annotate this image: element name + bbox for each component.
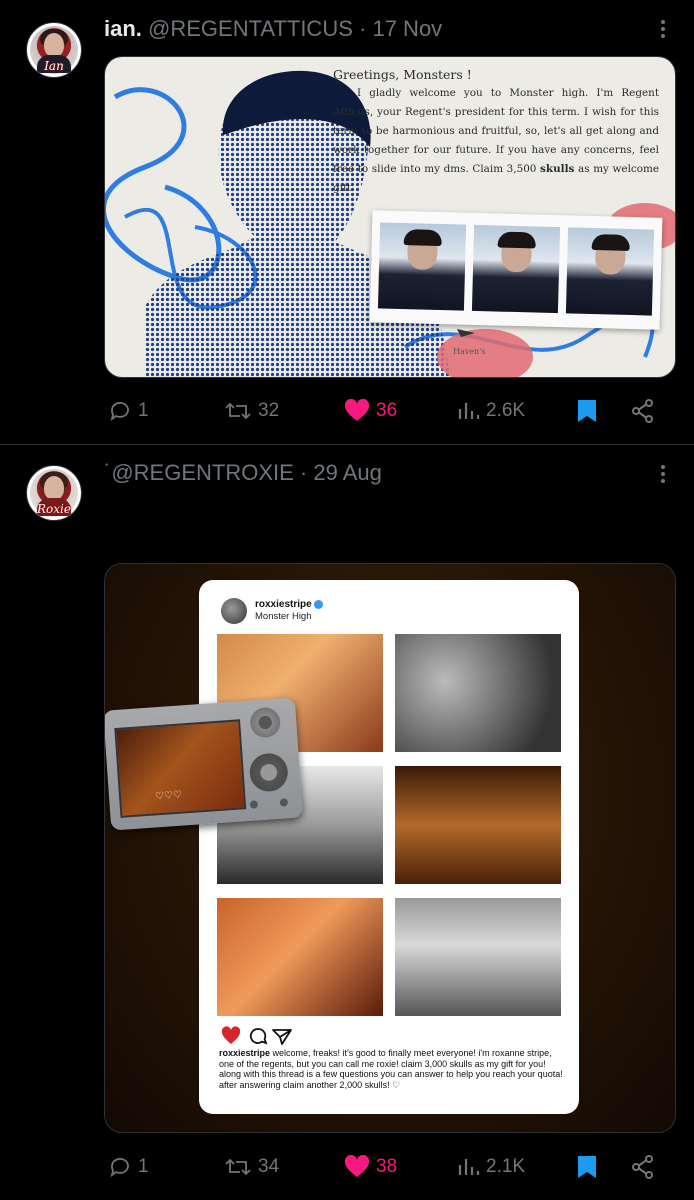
welcome-letter-image: Greetings, Monsters ! I gladly welcome y… bbox=[105, 57, 675, 377]
ig-photo bbox=[395, 634, 561, 752]
bookmark-button[interactable] bbox=[576, 396, 598, 426]
more-icon[interactable] bbox=[660, 20, 666, 41]
ig-photo bbox=[395, 766, 561, 884]
tweet-actions: 1 32 36 2.6K bbox=[104, 396, 664, 426]
verified-icon bbox=[313, 599, 323, 609]
bookmark-icon bbox=[578, 1156, 596, 1178]
ig-photo bbox=[217, 898, 383, 1016]
tweet-header: ˙@REGENTROXIE · 29 Aug bbox=[104, 459, 382, 487]
ig-comment-icon bbox=[249, 1028, 268, 1045]
retweet-button[interactable]: 34 bbox=[224, 1152, 279, 1182]
share-button[interactable] bbox=[630, 396, 656, 426]
letter-text: Greetings, Monsters ! I gladly welcome y… bbox=[333, 65, 659, 198]
ig-avatar bbox=[221, 598, 247, 624]
tweet-header: ian. @REGENTATTICUS · 17 Nov bbox=[104, 15, 442, 43]
retweet-count: 34 bbox=[258, 1156, 280, 1177]
retweet-icon bbox=[225, 1158, 251, 1176]
user-handle[interactable]: ˙@REGENTROXIE bbox=[104, 460, 294, 485]
camera-hearts: ♡♡♡ bbox=[154, 789, 183, 803]
more-icon[interactable] bbox=[660, 465, 666, 486]
photo-strip bbox=[369, 210, 663, 330]
instagram-card: roxxiestripe Monster High roxxiestripe w… bbox=[199, 580, 579, 1114]
avatar-signature: Ian bbox=[44, 59, 64, 73]
tweet-date[interactable]: 17 Nov bbox=[372, 16, 442, 41]
retweet-count: 32 bbox=[258, 400, 280, 421]
reply-count: 1 bbox=[138, 400, 149, 421]
ig-send-icon bbox=[272, 1029, 292, 1045]
ig-username: roxxiestripe bbox=[255, 599, 323, 610]
tweet[interactable]: Ian ian. @REGENTATTICUS · 17 Nov Greetin… bbox=[0, 0, 694, 445]
letter-greeting: Greetings, Monsters ! bbox=[333, 67, 472, 82]
retweet-button[interactable]: 32 bbox=[224, 396, 279, 426]
separator-dot: · bbox=[359, 16, 367, 41]
avatar[interactable]: Roxie bbox=[26, 465, 82, 521]
camera-graphic: ♡♡♡ bbox=[105, 697, 303, 831]
views-icon bbox=[458, 1159, 480, 1175]
views-button[interactable]: 2.6K bbox=[456, 396, 525, 426]
heart-icon bbox=[344, 399, 370, 421]
avatar[interactable]: Ian bbox=[26, 22, 82, 78]
ig-subtitle: Monster High bbox=[255, 611, 312, 622]
ig-photo bbox=[395, 898, 561, 1016]
views-icon bbox=[458, 403, 480, 419]
bookmark-button[interactable] bbox=[576, 1152, 598, 1182]
retweet-icon bbox=[225, 402, 251, 420]
avatar-signature: Roxie bbox=[37, 502, 71, 516]
user-handle[interactable]: @REGENTATTICUS bbox=[148, 16, 353, 41]
tweet-date[interactable]: 29 Aug bbox=[313, 460, 382, 485]
tweet[interactable]: Roxie ˙@REGENTROXIE · 29 Aug roxxiestrip… bbox=[0, 445, 694, 1200]
tweet-media[interactable]: roxxiestripe Monster High roxxiestripe w… bbox=[104, 563, 676, 1133]
reply-button[interactable]: 1 bbox=[108, 396, 149, 426]
separator-dot: · bbox=[299, 460, 308, 485]
bookmark-icon bbox=[578, 400, 596, 422]
heart-icon bbox=[344, 1155, 370, 1177]
like-button[interactable]: 36 bbox=[344, 396, 397, 426]
reply-button[interactable]: 1 bbox=[108, 1152, 149, 1182]
letter-signature: Haven's bbox=[453, 347, 486, 356]
share-icon bbox=[632, 1155, 653, 1179]
ig-caption: roxxiestripe welcome, freaks! it's good … bbox=[219, 1048, 563, 1090]
views-button[interactable]: 2.1K bbox=[456, 1152, 525, 1182]
share-icon bbox=[632, 399, 653, 423]
reply-icon bbox=[110, 1158, 129, 1178]
reply-icon bbox=[110, 402, 129, 422]
like-button[interactable]: 38 bbox=[344, 1152, 397, 1182]
like-count: 36 bbox=[376, 400, 398, 421]
tweet-media[interactable]: Greetings, Monsters ! I gladly welcome y… bbox=[104, 56, 676, 378]
tweet-actions: 1 34 38 2.1K bbox=[104, 1152, 664, 1182]
ig-actions bbox=[221, 1026, 297, 1046]
views-count: 2.1K bbox=[486, 1156, 526, 1177]
ig-heart-icon bbox=[221, 1026, 241, 1044]
instagram-post-image: roxxiestripe Monster High roxxiestripe w… bbox=[105, 564, 675, 1132]
display-name[interactable]: ian. bbox=[104, 16, 142, 41]
like-count: 38 bbox=[376, 1156, 398, 1177]
letter-body: I gladly welcome you to Monster high. I'… bbox=[333, 87, 659, 194]
share-button[interactable] bbox=[630, 1152, 656, 1182]
views-count: 2.6K bbox=[486, 400, 526, 421]
reply-count: 1 bbox=[138, 1156, 149, 1177]
